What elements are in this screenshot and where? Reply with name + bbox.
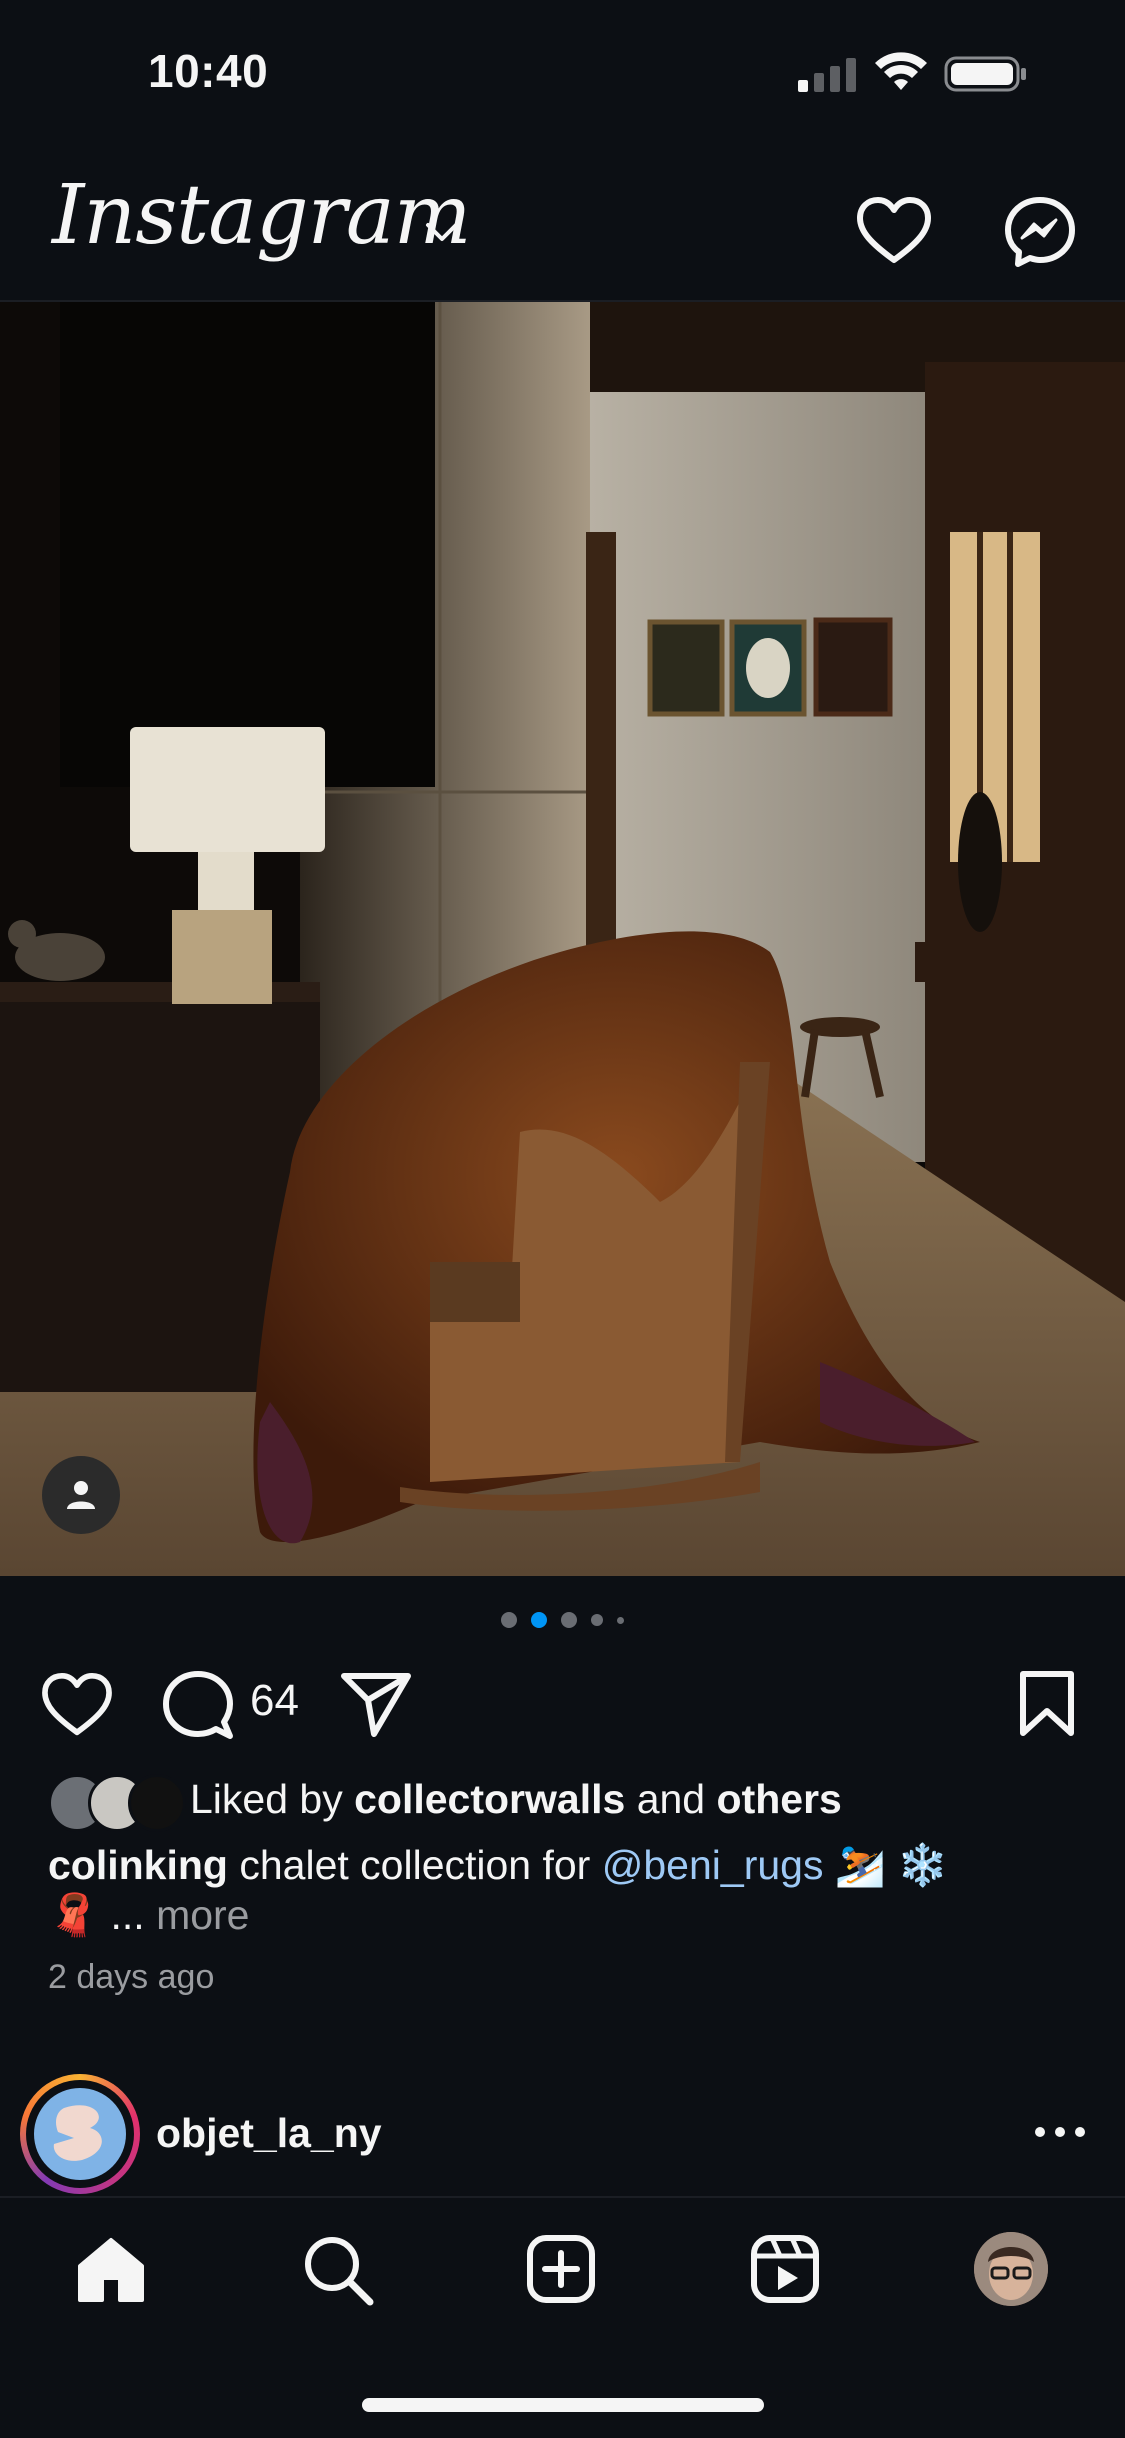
- like-icon[interactable]: [40, 1672, 114, 1738]
- home-icon[interactable]: [76, 2236, 146, 2304]
- carousel-dot: [617, 1616, 624, 1624]
- reels-icon[interactable]: [750, 2234, 820, 2304]
- caption-mention[interactable]: @beni_rugs: [602, 1842, 824, 1888]
- caption-emoji-2: 🧣: [48, 1892, 100, 1938]
- create-icon[interactable]: [526, 2234, 596, 2304]
- chevron-down-icon[interactable]: [424, 220, 460, 244]
- carousel-dot: [531, 1612, 547, 1628]
- likes-others[interactable]: others: [717, 1776, 842, 1822]
- heart-icon[interactable]: [856, 196, 932, 266]
- post-caption: colinking chalet collection for @beni_ru…: [48, 1840, 1068, 1940]
- caption-text: chalet collection for: [239, 1842, 591, 1888]
- person-icon: [67, 1481, 95, 1509]
- liked-by-username[interactable]: collectorwalls: [354, 1776, 625, 1822]
- wifi-icon: [874, 52, 928, 92]
- post-image[interactable]: [0, 302, 1125, 1576]
- likes-prefix: Liked by: [190, 1776, 343, 1822]
- next-post-username[interactable]: objet_la_ny: [156, 2110, 382, 2157]
- carousel-dot: [561, 1612, 577, 1628]
- carousel-indicator: [0, 1612, 1125, 1628]
- post-timestamp: 2 days ago: [48, 1958, 215, 1996]
- home-indicator[interactable]: [362, 2398, 764, 2412]
- tag-people-button[interactable]: [42, 1456, 120, 1534]
- cellular-signal-icon: [796, 56, 858, 92]
- status-time: 10:40: [148, 45, 269, 97]
- more-link[interactable]: more: [156, 1892, 249, 1938]
- carousel-dot: [501, 1612, 517, 1628]
- share-icon[interactable]: [340, 1670, 412, 1738]
- carousel-dot: [591, 1614, 603, 1626]
- comment-count[interactable]: 64: [250, 1676, 299, 1726]
- save-icon[interactable]: [1018, 1670, 1076, 1738]
- avatar: [128, 1774, 186, 1832]
- messenger-icon[interactable]: [1004, 196, 1076, 268]
- caption-emoji: ⛷️ ❄️: [834, 1842, 949, 1888]
- search-icon[interactable]: [302, 2234, 374, 2306]
- likes-summary[interactable]: Liked by collectorwalls and others: [190, 1776, 842, 1823]
- caption-username[interactable]: colinking: [48, 1842, 228, 1888]
- profile-avatar[interactable]: [974, 2232, 1048, 2306]
- next-post-avatar[interactable]: [20, 2074, 140, 2194]
- likes-middle: and: [636, 1776, 706, 1822]
- comment-icon[interactable]: [162, 1670, 234, 1742]
- more-options-icon[interactable]: [1034, 2124, 1086, 2140]
- battery-icon: [944, 54, 1028, 94]
- instagram-logo[interactable]: Instagram: [52, 168, 471, 263]
- liked-by-avatars[interactable]: [48, 1774, 188, 1832]
- caption-ellipsis: ...: [110, 1892, 145, 1938]
